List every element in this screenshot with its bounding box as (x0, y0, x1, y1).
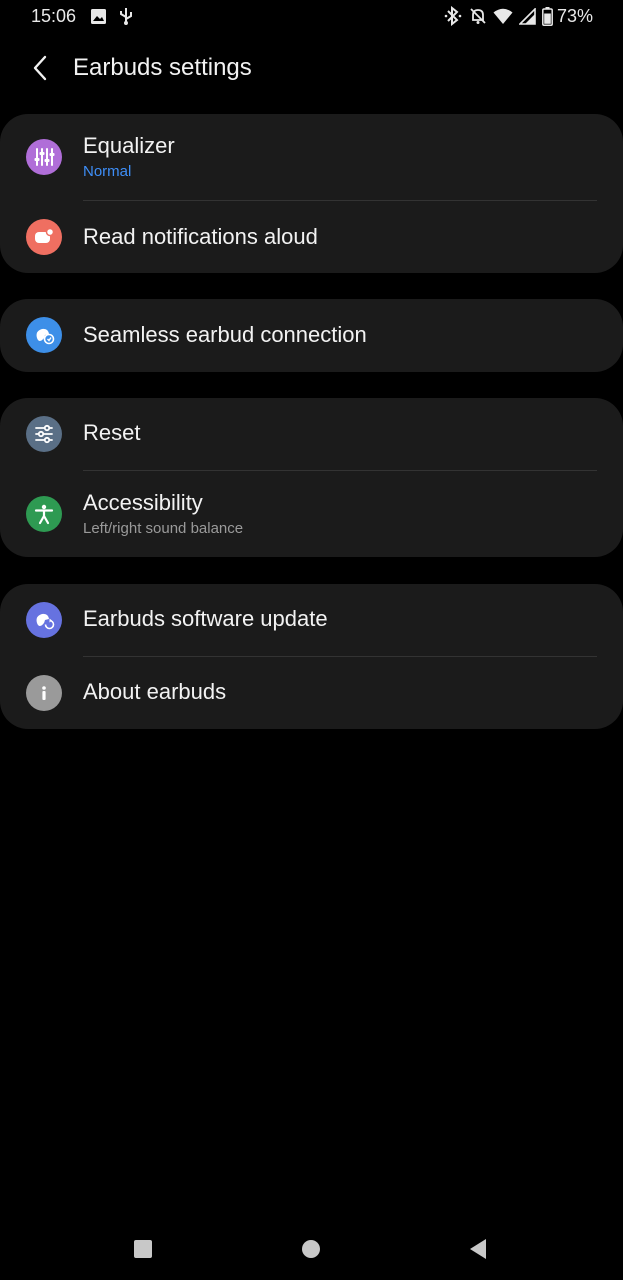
reset-title: Reset (83, 420, 141, 445)
usb-icon (117, 6, 135, 26)
notification-icon (26, 219, 62, 255)
back-arrow-icon (32, 55, 48, 81)
equalizer-icon (26, 139, 62, 175)
read-notifications-item[interactable]: Read notifications aloud (0, 201, 623, 273)
equalizer-title: Equalizer (83, 133, 175, 158)
accessibility-subtitle: Left/right sound balance (83, 520, 244, 537)
info-icon (26, 675, 62, 711)
status-bar: 15:06 73% (0, 0, 623, 32)
settings-card-general: Reset Accessibility Left/right sound bal… (0, 398, 623, 557)
seamless-connection-title: Seamless earbud connection (83, 322, 367, 347)
about-earbuds-title: About earbuds (83, 679, 227, 704)
battery-percentage: 73% (557, 6, 594, 26)
equalizer-item[interactable]: Equalizer Normal (0, 114, 623, 200)
about-earbuds-item[interactable]: About earbuds (0, 657, 623, 729)
sliders-icon (26, 416, 62, 452)
page-title: Earbuds settings (73, 54, 252, 81)
settings-card-sound: Equalizer Normal Read notifications alou… (0, 114, 623, 273)
software-update-title: Earbuds software update (83, 606, 328, 631)
update-icon (26, 602, 62, 638)
seamless-connection-item[interactable]: Seamless earbud connection (0, 299, 623, 372)
accessibility-item[interactable]: Accessibility Left/right sound balance (0, 471, 623, 557)
home-icon (301, 1239, 321, 1259)
reset-item[interactable]: Reset (0, 398, 623, 470)
accessibility-title: Accessibility (83, 490, 203, 515)
bluetooth-icon (443, 6, 463, 26)
signal-icon (517, 6, 537, 26)
battery-icon (540, 6, 554, 26)
accessibility-icon (26, 496, 62, 532)
software-update-item[interactable]: Earbuds software update (0, 584, 623, 656)
read-notifications-title: Read notifications aloud (83, 224, 318, 249)
status-time: 15:06 (31, 6, 77, 26)
back-button[interactable] (22, 50, 58, 86)
home-button[interactable] (296, 1234, 326, 1264)
earbud-connection-icon (26, 317, 62, 353)
wifi-icon (492, 6, 514, 26)
recents-button[interactable] (128, 1234, 158, 1264)
nav-back-button[interactable] (463, 1234, 493, 1264)
back-icon (468, 1238, 488, 1260)
settings-card-about: Earbuds software update About earbuds (0, 584, 623, 729)
settings-card-connection: Seamless earbud connection (0, 299, 623, 372)
mute-icon (468, 6, 488, 26)
recents-icon (133, 1239, 153, 1259)
image-icon (89, 6, 107, 26)
equalizer-value: Normal (83, 163, 132, 180)
